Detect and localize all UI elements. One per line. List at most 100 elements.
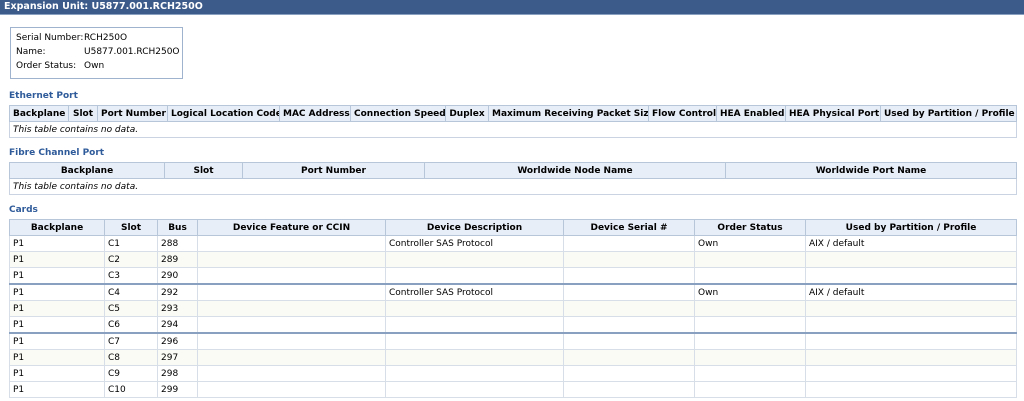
table-cell: 292 [157,283,198,301]
table-cell: P1 [9,381,105,398]
table-cell [197,300,386,317]
table-cell [385,316,564,334]
table-cell [197,251,386,268]
table-cell [563,365,695,382]
table-cell [805,267,1017,285]
table-cell: P1 [9,267,105,285]
table-cell [805,349,1017,366]
table-cell [385,349,564,366]
ethernet-header[interactable]: HEA Enabled [716,105,786,122]
ethernet-header[interactable]: Flow Control [648,105,717,122]
cards-header[interactable]: Bus [157,219,198,236]
cards-header[interactable]: Order Status [694,219,806,236]
table-cell [694,349,806,366]
ethernet-section-title: Ethernet Port [9,91,78,101]
table-cell: C10 [104,381,158,398]
window-title: Expansion Unit: U5877.001.RCH250O [0,0,1024,15]
cards-header[interactable]: Device Serial # [563,219,695,236]
table-cell [197,316,386,334]
table-cell [385,251,564,268]
ethernet-empty-message: This table contains no data. [9,121,1017,138]
fibre-header[interactable]: Backplane [9,162,165,179]
table-cell: 296 [157,332,198,350]
ethernet-header[interactable]: Maximum Receiving Packet Size [488,105,649,122]
table-cell: C4 [104,283,158,301]
order-row: Order Status: Own [16,60,104,73]
table-cell [694,365,806,382]
table-cell: 299 [157,381,198,398]
table-row[interactable]: P1 C10 299 [9,381,1017,398]
table-cell [805,316,1017,334]
table-cell: C5 [104,300,158,317]
cards-header[interactable]: Backplane [9,219,105,236]
name-value: U5877.001.RCH250O [84,47,180,57]
table-cell: P1 [9,332,105,350]
table-cell: C1 [104,235,158,252]
table-cell [197,381,386,398]
fibre-header[interactable]: Worldwide Port Name [725,162,1017,179]
ethernet-header[interactable]: Logical Location Code [167,105,280,122]
table-cell [385,267,564,285]
table-cell: P1 [9,235,105,252]
table-cell [805,365,1017,382]
table-row[interactable]: P1 C1 288 Controller SAS Protocol Own AIX / d… [9,235,1017,252]
table-row[interactable]: P1 C7 296 [9,332,1017,350]
table-cell: Own [694,235,806,252]
table-cell [197,283,386,301]
table-cell: P1 [9,300,105,317]
ethernet-header[interactable]: Port Number [97,105,168,122]
table-cell [563,235,695,252]
table-cell [197,349,386,366]
ethernet-table: Backplane Slot Port Number Logical Location… [9,105,1017,138]
table-cell [563,349,695,366]
serial-value: RCH250O [84,33,128,43]
table-row[interactable]: P1 C8 297 [9,349,1017,366]
table-cell [694,251,806,268]
table-cell [694,381,806,398]
table-row[interactable]: P1 C5 293 [9,300,1017,317]
table-cell: C9 [104,365,158,382]
table-cell [563,251,695,268]
table-cell [563,381,695,398]
ethernet-header[interactable]: Used by Partition / Profile [880,105,1017,122]
table-cell: AIX / default [805,283,1017,301]
cards-header[interactable]: Used by Partition / Profile [805,219,1017,236]
table-cell [385,332,564,350]
table-cell [385,300,564,317]
fibre-header[interactable]: Port Number [242,162,425,179]
table-row[interactable]: P1 C6 294 [9,316,1017,334]
ethernet-header[interactable]: HEA Physical Port [785,105,881,122]
ethernet-header[interactable]: MAC Address [279,105,351,122]
table-cell [805,300,1017,317]
fibre-table: Backplane Slot Port Number Worldwide Node N… [9,162,1017,195]
serial-label: Serial Number: [16,33,84,43]
table-cell [563,283,695,301]
fibre-header[interactable]: Slot [164,162,243,179]
table-cell [197,365,386,382]
table-cell: P1 [9,349,105,366]
table-row[interactable]: P1 C2 289 [9,251,1017,268]
name-label: Name: [16,47,46,57]
table-row[interactable]: P1 C4 292 Controller SAS Protocol Own AIX / d… [9,283,1017,301]
table-cell [197,332,386,350]
table-cell [694,332,806,350]
ethernet-header[interactable]: Duplex [445,105,489,122]
cards-header[interactable]: Device Feature or CCIN [197,219,386,236]
table-row[interactable]: P1 C9 298 [9,365,1017,382]
table-cell [197,267,386,285]
cards-header[interactable]: Device Description [385,219,564,236]
cards-header[interactable]: Slot [104,219,158,236]
serial-row: Serial Number:RCH250O [16,32,127,45]
table-cell: Controller SAS Protocol [385,235,564,252]
table-cell [385,381,564,398]
table-cell: 293 [157,300,198,317]
ethernet-header[interactable]: Connection Speed [350,105,446,122]
ethernet-header[interactable]: Slot [68,105,98,122]
ethernet-header[interactable]: Backplane [9,105,69,122]
fibre-header[interactable]: Worldwide Node Name [424,162,726,179]
table-cell: Own [694,283,806,301]
table-cell: C8 [104,349,158,366]
table-cell: C7 [104,332,158,350]
table-row[interactable]: P1 C3 290 [9,267,1017,285]
table-cell: 298 [157,365,198,382]
